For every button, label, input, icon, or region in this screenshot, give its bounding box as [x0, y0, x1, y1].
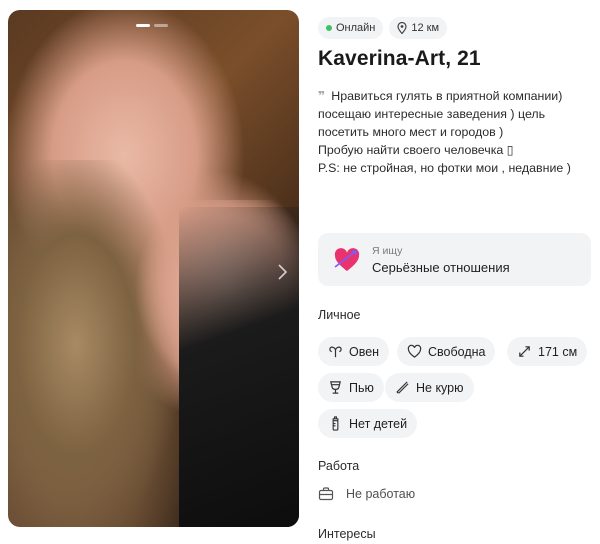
- seeking-card: Я ищу Серьёзные отношения: [318, 233, 591, 286]
- seeking-value: Серьёзные отношения: [372, 259, 510, 275]
- heart-arrow-icon: [334, 247, 360, 271]
- tag-height: 171 см: [507, 337, 588, 366]
- bio-line-1: Нравиться гулять в приятной компании) по…: [318, 89, 563, 139]
- section-work-title: Работа: [318, 459, 360, 473]
- tag-zodiac-label: Овен: [349, 344, 380, 359]
- work-item: Не работаю: [318, 486, 415, 502]
- aries-icon: [329, 346, 342, 358]
- tag-height-label: 171 см: [538, 344, 578, 359]
- tag-relationship: Свободна: [397, 337, 496, 366]
- profile-bio: ❞ Нравиться гулять в приятной компании) п…: [318, 87, 588, 177]
- tag-smoking-label: Не курю: [416, 380, 464, 395]
- briefcase-icon: [318, 487, 334, 501]
- status-chips: Онлайн 12 км: [318, 17, 448, 39]
- bio-line-3: P.S: не стройная, но фотки мои , недавни…: [318, 161, 571, 175]
- glass-icon: [330, 381, 341, 394]
- heart-outline-icon: [407, 344, 422, 358]
- profile-name: Kaverina-Art, 21: [318, 47, 481, 70]
- online-badge: Онлайн: [318, 17, 384, 39]
- section-personal-title: Личное: [318, 308, 361, 322]
- photo-indicator-2[interactable]: [154, 24, 168, 27]
- tag-drinking-label: Пью: [349, 380, 374, 395]
- expand-arrows-icon: [519, 346, 530, 357]
- no-smoking-icon: [396, 381, 409, 394]
- profile-photo[interactable]: [8, 10, 299, 527]
- work-label: Не работаю: [346, 487, 416, 501]
- tag-smoking: Не курю: [385, 373, 474, 402]
- tag-relationship-label: Свободна: [428, 344, 486, 359]
- quote-icon: ❞: [318, 89, 326, 103]
- bio-line-2: Пробую найти своего человечка ▯: [318, 143, 514, 157]
- tag-children-label: Нет детей: [349, 416, 408, 431]
- photo-indicators: [136, 24, 168, 27]
- baby-bottle-icon: [332, 416, 339, 431]
- tag-children: Нет детей: [318, 409, 418, 438]
- location-pin-icon: [397, 22, 407, 34]
- section-interests-title: Интересы: [318, 527, 376, 541]
- online-dot-icon: [326, 25, 332, 31]
- seeking-label: Я ищу: [372, 244, 403, 257]
- next-photo-chevron-icon[interactable]: [275, 262, 289, 282]
- tag-drinking: Пью: [318, 373, 384, 402]
- distance-badge: 12 км: [389, 17, 448, 39]
- tag-zodiac: Овен: [318, 337, 390, 366]
- distance-label: 12 км: [411, 22, 440, 34]
- photo-indicator-1[interactable]: [136, 24, 150, 27]
- online-label: Онлайн: [336, 22, 376, 34]
- photo-dress-area: [179, 207, 299, 527]
